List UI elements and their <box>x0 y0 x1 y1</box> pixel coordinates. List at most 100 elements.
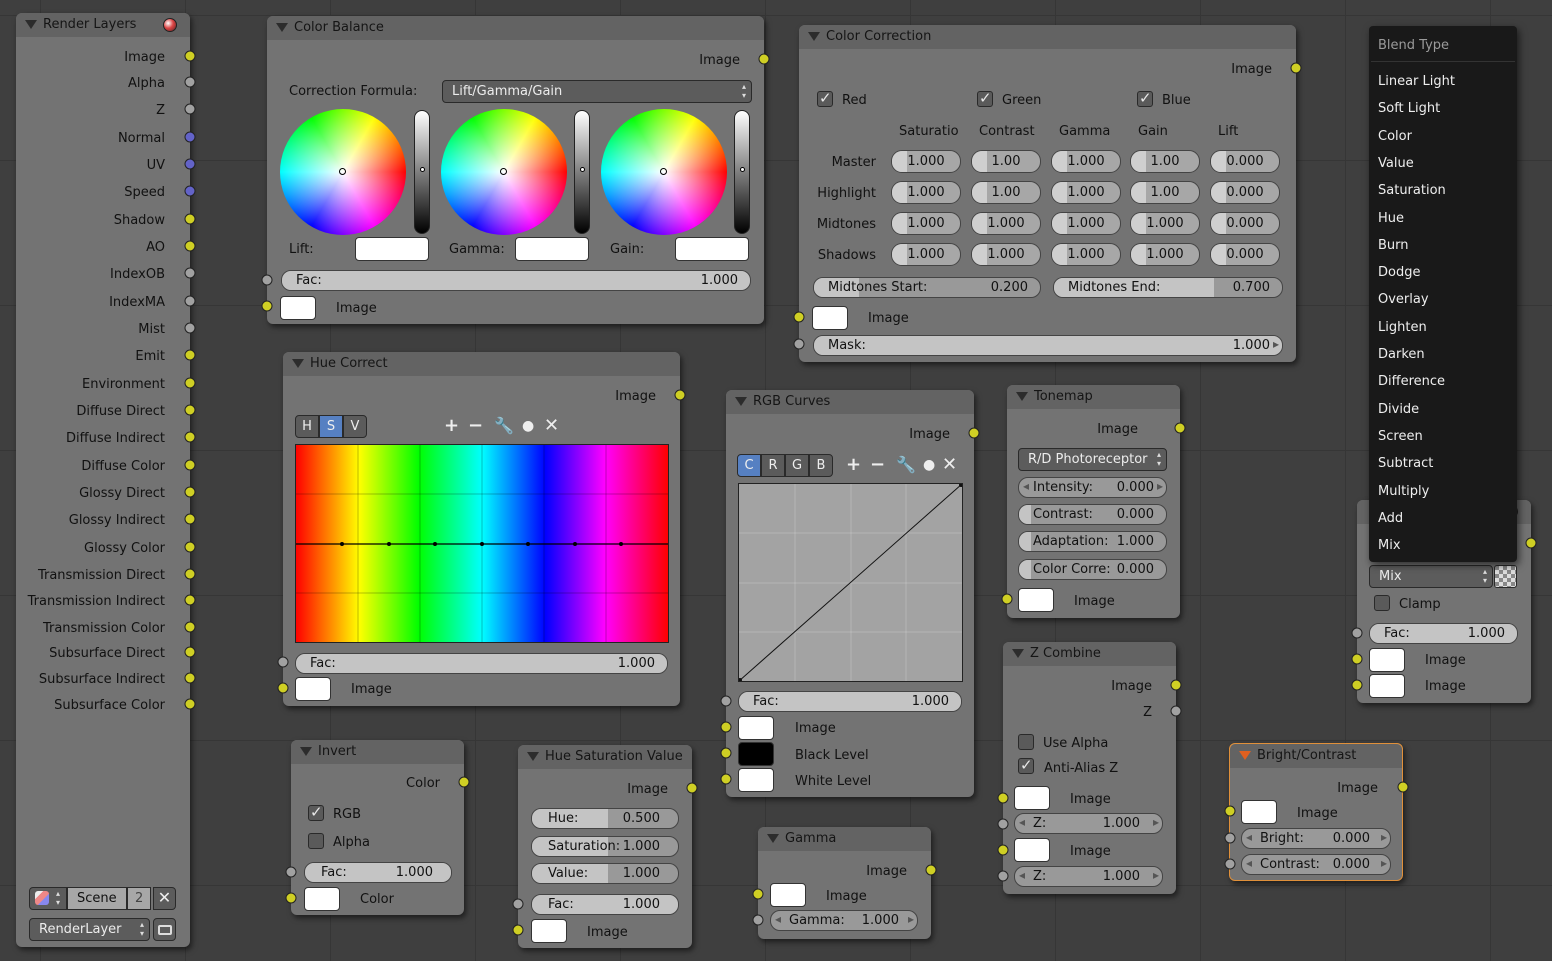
green-checkbox[interactable] <box>977 89 993 107</box>
zoom-out-icon[interactable]: − <box>468 416 483 436</box>
sphere-preview-icon[interactable] <box>163 18 177 32</box>
use-alpha-checkbox[interactable] <box>1018 734 1034 750</box>
output-socket-image[interactable] <box>1397 781 1409 793</box>
correction-value-field[interactable]: 1.000 <box>1051 150 1121 173</box>
hue-curve-area[interactable] <box>295 444 669 643</box>
menu-item[interactable]: Darken <box>1378 347 1425 362</box>
correction-value-field[interactable]: 1.000 <box>891 212 961 235</box>
output-socket[interactable] <box>184 621 196 633</box>
input-image2-swatch[interactable] <box>1369 674 1405 698</box>
correction-value-field[interactable]: 1.000 <box>891 181 961 204</box>
node-header[interactable]: Color Balance <box>267 16 764 40</box>
output-socket[interactable] <box>184 131 196 143</box>
tab-b[interactable]: B <box>809 454 833 477</box>
output-socket-image[interactable] <box>968 427 980 439</box>
midtones-end-slider[interactable]: Midtones End: 0.700 <box>1053 277 1283 298</box>
output-socket[interactable] <box>184 185 196 197</box>
input-socket-white-level[interactable] <box>720 773 732 785</box>
tab-h[interactable]: H <box>295 415 319 438</box>
color-balance-node[interactable]: Color Balance Image Correction Formula: … <box>261 16 770 324</box>
node-header[interactable]: Hue Correct <box>283 352 680 376</box>
collapse-arrow-icon[interactable] <box>808 32 820 41</box>
input-socket-image[interactable] <box>1001 593 1013 605</box>
contrast-slider[interactable]: Contrast: 0.000 <box>1018 504 1167 525</box>
hue-correct-node[interactable]: Hue Correct Image H S V + − 🔧 ● ✕ Fac: 1.… <box>277 352 686 706</box>
input-socket-color[interactable] <box>285 892 297 904</box>
contrast-field[interactable]: Contrast: 0.000 <box>1241 854 1391 875</box>
clip-icon[interactable]: ● <box>522 416 534 436</box>
output-socket[interactable] <box>184 646 196 658</box>
output-socket[interactable] <box>184 76 196 88</box>
output-socket-image[interactable] <box>1174 422 1186 434</box>
collapse-arrow-icon[interactable] <box>276 23 288 32</box>
node-header[interactable]: Gamma <box>758 827 931 851</box>
node-header[interactable]: Tonemap <box>1007 385 1180 409</box>
correction-value-field[interactable]: 1.000 <box>971 243 1041 266</box>
correction-value-field[interactable]: 1.000 <box>891 150 961 173</box>
lift-color-swatch[interactable] <box>355 237 429 261</box>
black-level-swatch[interactable] <box>738 742 774 766</box>
input-socket-image[interactable] <box>512 924 524 936</box>
gamma-value-slider[interactable] <box>574 110 590 234</box>
menu-item[interactable]: Soft Light <box>1378 101 1440 116</box>
menu-item[interactable]: Lighten <box>1378 320 1427 335</box>
correction-value-field[interactable]: 1.00 <box>971 150 1041 173</box>
output-socket[interactable] <box>184 213 196 225</box>
input-socket-image[interactable] <box>261 300 273 312</box>
bright-field[interactable]: Bright: 0.000 <box>1241 828 1391 849</box>
hue-slider[interactable]: Hue: 0.500 <box>531 808 679 829</box>
adaptation-slider[interactable]: Adaptation: 1.000 <box>1018 531 1167 552</box>
output-socket[interactable] <box>184 50 196 62</box>
fac-slider[interactable]: Fac: 1.000 <box>281 270 751 291</box>
collapse-arrow-icon[interactable] <box>767 834 779 843</box>
hue-saturation-value-node[interactable]: Hue Saturation Value Image Hue: 0.500 Sat… <box>512 745 698 948</box>
input-socket-image1[interactable] <box>1351 653 1363 665</box>
wrench-icon[interactable]: 🔧 <box>494 416 514 436</box>
white-level-swatch[interactable] <box>738 768 774 792</box>
collapse-arrow-icon[interactable] <box>735 397 747 406</box>
correction-value-field[interactable]: 1.000 <box>1051 243 1121 266</box>
output-socket[interactable] <box>184 541 196 553</box>
input-socket-fac[interactable] <box>261 274 273 286</box>
delete-point-icon[interactable]: ✕ <box>942 455 957 475</box>
correction-value-field[interactable]: 1.000 <box>1130 212 1200 235</box>
correction-value-field[interactable]: 0.000 <box>1210 212 1280 235</box>
fac-slider[interactable]: Fac: 1.000 <box>304 862 452 883</box>
output-socket-image[interactable] <box>1290 62 1302 74</box>
color-correction-node[interactable]: Color Correction Image Red Green Blue Sa… <box>793 25 1302 362</box>
saturation-slider[interactable]: Saturation: 1.000 <box>531 836 679 857</box>
menu-item[interactable]: Difference <box>1378 374 1445 389</box>
input-image1-swatch[interactable] <box>1014 786 1050 810</box>
node-header[interactable]: Invert <box>291 740 464 764</box>
zoom-in-icon[interactable]: + <box>846 455 861 475</box>
input-socket-image[interactable] <box>720 721 732 733</box>
output-socket[interactable] <box>184 240 196 252</box>
input-socket-z2[interactable] <box>997 870 1009 882</box>
zoom-in-icon[interactable]: + <box>444 416 459 436</box>
input-socket-image[interactable] <box>277 682 289 694</box>
output-socket[interactable] <box>184 267 196 279</box>
menu-item[interactable]: Screen <box>1378 429 1423 444</box>
node-header[interactable]: Color Correction <box>799 25 1296 49</box>
input-socket-image2[interactable] <box>1351 679 1363 691</box>
menu-item[interactable]: Dodge <box>1378 265 1420 280</box>
gain-color-swatch[interactable] <box>675 237 749 261</box>
fac-slider[interactable]: Fac: 1.000 <box>738 691 962 712</box>
scene-browse-button[interactable]: ▴ ▾ <box>29 887 67 910</box>
output-socket[interactable] <box>184 513 196 525</box>
blend-type-select[interactable]: Mix <box>1369 565 1493 588</box>
zoom-out-icon[interactable]: − <box>870 455 885 475</box>
input-socket-image2[interactable] <box>997 844 1009 856</box>
fac-slider[interactable]: Fac: 1.000 <box>531 894 679 915</box>
mask-slider[interactable]: Mask: 1.000 <box>813 335 1283 356</box>
input-image-swatch[interactable] <box>531 919 567 943</box>
output-socket-image[interactable] <box>674 389 686 401</box>
anti-alias-z-checkbox[interactable] <box>1018 756 1034 774</box>
collapse-arrow-icon[interactable] <box>1239 751 1251 760</box>
curve-area[interactable] <box>738 483 963 682</box>
node-header[interactable]: Bright/Contrast <box>1230 744 1402 768</box>
menu-item[interactable]: Value <box>1378 156 1414 171</box>
output-socket-image[interactable] <box>1525 537 1537 549</box>
menu-item[interactable]: Divide <box>1378 402 1419 417</box>
correction-value-field[interactable]: 1.00 <box>971 181 1041 204</box>
